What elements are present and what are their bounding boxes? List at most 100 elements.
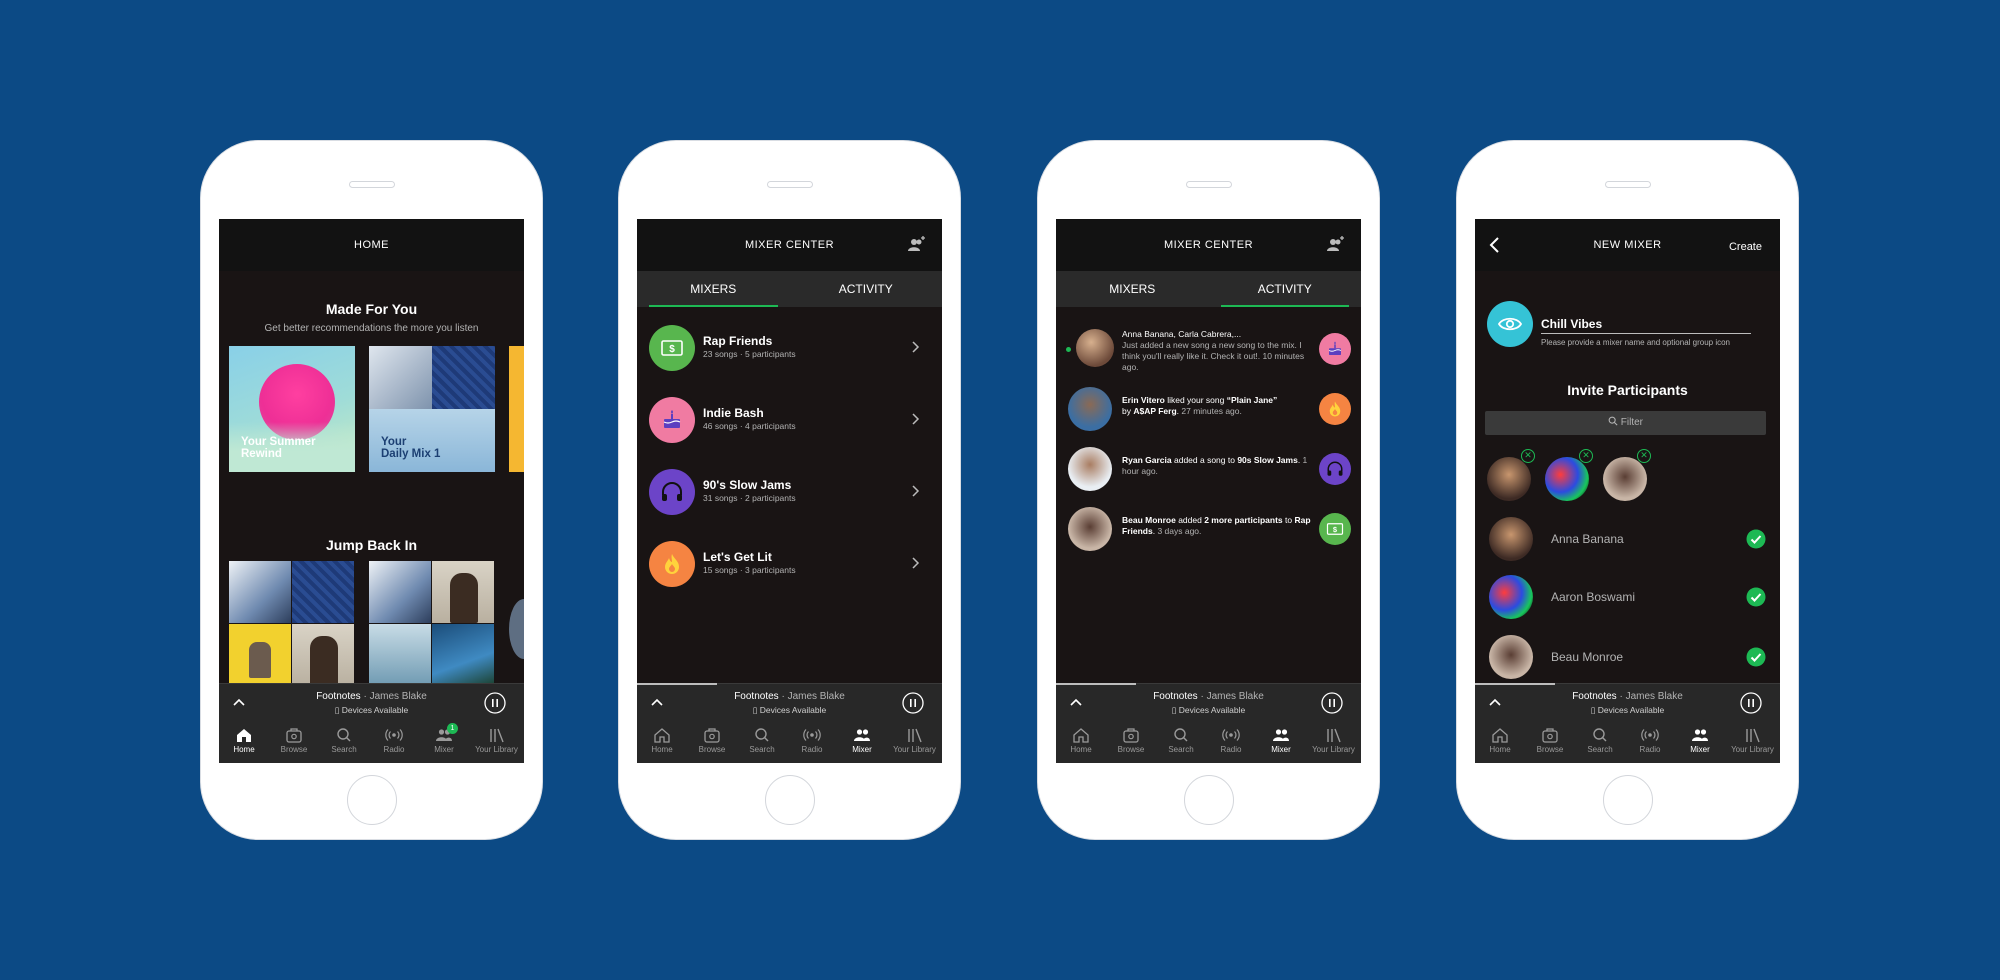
eye-icon <box>1498 317 1522 331</box>
chevron-up-icon[interactable] <box>649 694 665 710</box>
money-icon: $ <box>1326 523 1344 535</box>
nav-mixer[interactable]: Mixer 1 <box>419 721 469 763</box>
devices-available[interactable]: ▯ Devices Available <box>1096 705 1321 716</box>
mixer-row[interactable]: $ Rap Friends 23 songs · 5 participants <box>637 319 942 375</box>
participant-row[interactable]: Aaron Boswami <box>1475 569 1780 625</box>
album-collage-1[interactable] <box>229 561 355 687</box>
card-caption: Your Summer Rewind <box>241 436 316 460</box>
nav-library[interactable]: Your Library <box>1306 721 1361 763</box>
speaker <box>1604 181 1651 188</box>
home-button[interactable] <box>1602 775 1653 825</box>
mini-player[interactable]: Footnotes · James Blake ▯ Devices Availa… <box>219 683 524 722</box>
check-icon[interactable] <box>1746 587 1766 607</box>
activity-item[interactable]: Anna Banana, Carla Cabrera,... Just added… <box>1056 319 1361 377</box>
group-icon-picker[interactable] <box>1487 301 1533 347</box>
check-icon[interactable] <box>1746 529 1766 549</box>
devices-available[interactable]: ▯ Devices Available <box>677 705 902 716</box>
nav-home[interactable]: Home <box>1056 721 1106 763</box>
nav-library[interactable]: Your Library <box>887 721 942 763</box>
nav-search[interactable]: Search <box>1156 721 1206 763</box>
mini-player[interactable]: Footnotes · James Blake ▯ Devices Availa… <box>1475 683 1780 722</box>
mixer-row[interactable]: Let's Get Lit 15 songs · 3 participants <box>637 535 942 591</box>
create-button[interactable]: Create <box>1729 241 1762 253</box>
devices-available[interactable]: ▯ Devices Available <box>1515 705 1740 716</box>
mini-player[interactable]: Footnotes · James Blake ▯ Devices Availa… <box>1056 683 1361 722</box>
activity-item[interactable]: Beau Monroe added 2 more participants to… <box>1056 499 1361 557</box>
circle-partial[interactable] <box>509 599 524 659</box>
remove-icon[interactable]: ✕ <box>1637 449 1651 463</box>
participant-row[interactable]: Anna Banana <box>1475 511 1780 567</box>
nav-home[interactable]: Home <box>637 721 687 763</box>
browse-icon <box>1123 728 1139 743</box>
nav-home[interactable]: Home <box>219 721 269 763</box>
selected-participant[interactable] <box>1487 457 1531 501</box>
mixer-row[interactable]: 90's Slow Jams 31 songs · 2 participants <box>637 463 942 519</box>
activity-item[interactable]: Erin Vitero liked your song “Plain Jane”… <box>1056 379 1361 437</box>
chevron-up-icon[interactable] <box>231 694 247 710</box>
nav-browse[interactable]: Browse <box>269 721 319 763</box>
check-icon[interactable] <box>1746 647 1766 667</box>
filter-input[interactable]: Filter <box>1485 411 1766 435</box>
chevron-right-icon <box>912 341 920 353</box>
tab-mixers[interactable]: MIXERS <box>1056 271 1209 307</box>
home-button[interactable] <box>764 775 815 825</box>
summer-rewind-card[interactable]: Your Summer Rewind <box>229 346 355 472</box>
pause-icon[interactable] <box>484 692 506 714</box>
chevron-up-icon[interactable] <box>1487 694 1503 710</box>
tab-bar: MIXERS ACTIVITY <box>1056 271 1361 307</box>
remove-icon[interactable]: ✕ <box>1579 449 1593 463</box>
nav-mixer[interactable]: Mixer <box>1675 721 1725 763</box>
nav-radio[interactable]: Radio <box>787 721 837 763</box>
nav-mixer[interactable]: Mixer <box>1256 721 1306 763</box>
daily-mix-card[interactable]: Your Daily Mix 1 <box>369 346 495 472</box>
devices-available[interactable]: ▯ Devices Available <box>259 705 484 716</box>
selected-participant[interactable] <box>1603 457 1647 501</box>
activity-text: Anna Banana, Carla Cabrera,... Just added… <box>1122 329 1305 372</box>
mixer-name: 90's Slow Jams <box>703 478 792 492</box>
tab-mixers[interactable]: MIXERS <box>637 271 790 307</box>
nav-mixer[interactable]: Mixer <box>837 721 887 763</box>
speaker <box>1185 181 1232 188</box>
activity-item[interactable]: Ryan Garcia added a song to 90s Slow Jam… <box>1056 439 1361 497</box>
avatar <box>1489 635 1533 679</box>
nav-library[interactable]: Your Library <box>1725 721 1780 763</box>
card-partial[interactable] <box>509 346 524 472</box>
nav-search[interactable]: Search <box>319 721 369 763</box>
mixer-avatar <box>649 469 695 515</box>
chevron-right-icon <box>912 485 920 497</box>
album-collage-2[interactable] <box>369 561 495 687</box>
nav-radio[interactable]: Radio <box>1206 721 1256 763</box>
mixer-meta: 31 songs · 2 participants <box>703 493 796 503</box>
participant-row[interactable]: Beau Monroe <box>1475 629 1780 685</box>
mini-player[interactable]: Footnotes · James Blake ▯ Devices Availa… <box>637 683 942 722</box>
pause-icon[interactable] <box>1321 692 1343 714</box>
headphones-icon <box>1327 461 1343 476</box>
nav-radio[interactable]: Radio <box>1625 721 1675 763</box>
nav-home[interactable]: Home <box>1475 721 1525 763</box>
chevron-up-icon[interactable] <box>1068 694 1084 710</box>
add-user-icon[interactable] <box>1325 235 1345 255</box>
tab-activity[interactable]: ACTIVITY <box>790 271 943 307</box>
add-user-icon[interactable] <box>906 235 926 255</box>
remove-icon[interactable]: ✕ <box>1521 449 1535 463</box>
nav-radio[interactable]: Radio <box>369 721 419 763</box>
selected-participant[interactable] <box>1545 457 1589 501</box>
tab-activity[interactable]: ACTIVITY <box>1209 271 1362 307</box>
now-playing: Footnotes · James Blake <box>316 691 427 702</box>
pause-icon[interactable] <box>902 692 924 714</box>
home-button[interactable] <box>1183 775 1234 825</box>
home-button[interactable] <box>346 775 397 825</box>
nav-browse[interactable]: Browse <box>1106 721 1156 763</box>
nav-library[interactable]: Your Library <box>469 721 524 763</box>
pause-icon[interactable] <box>1740 692 1762 714</box>
mixer-badge <box>1319 333 1351 365</box>
nav-browse[interactable]: Browse <box>1525 721 1575 763</box>
home-icon <box>654 728 670 743</box>
nav-browse[interactable]: Browse <box>687 721 737 763</box>
nav-search[interactable]: Search <box>737 721 787 763</box>
mixer-row[interactable]: Indie Bash 46 songs · 4 participants <box>637 391 942 447</box>
speaker <box>348 181 395 188</box>
mixer-name-input[interactable]: Chill Vibes <box>1541 317 1751 334</box>
nav-search[interactable]: Search <box>1575 721 1625 763</box>
mixer-meta: 15 songs · 3 participants <box>703 565 796 575</box>
